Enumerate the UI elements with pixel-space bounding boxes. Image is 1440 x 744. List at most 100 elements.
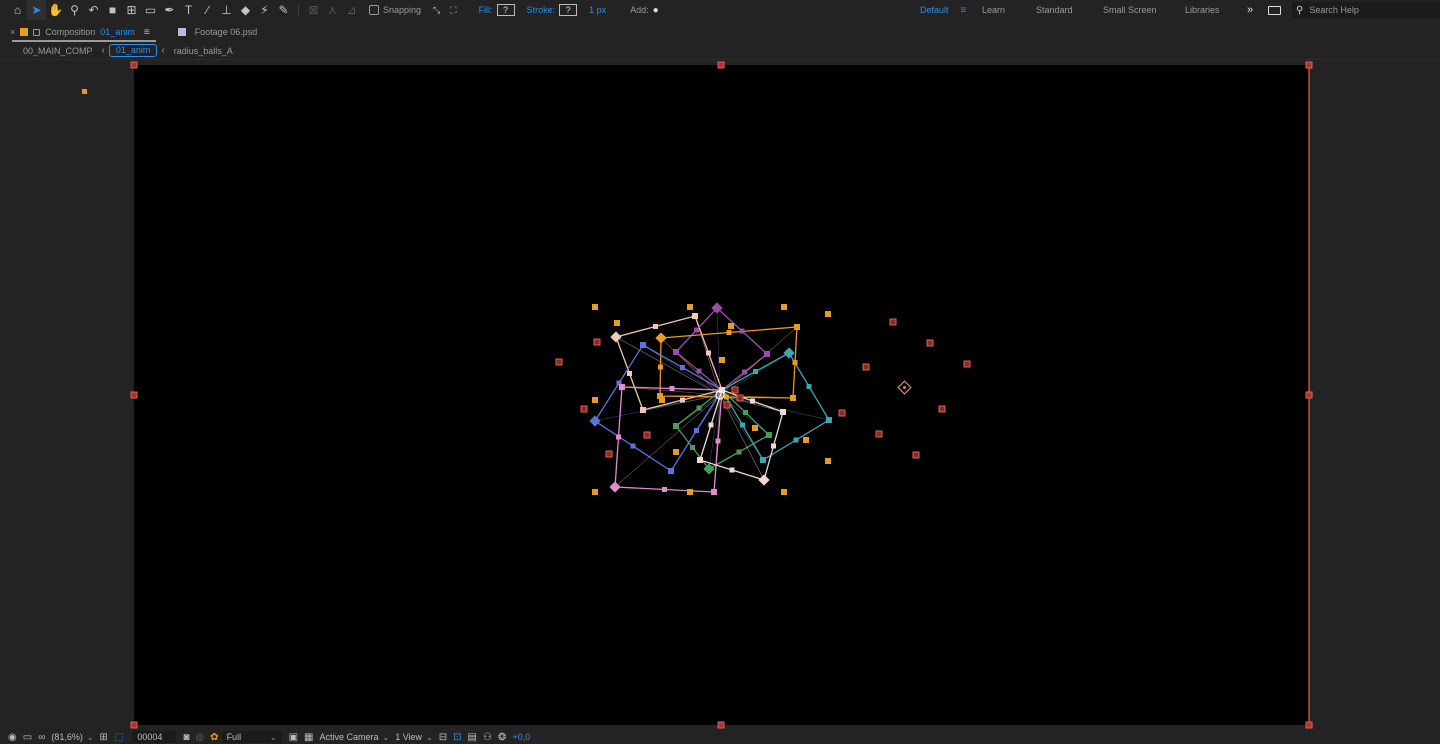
bounding-handle[interactable] xyxy=(825,311,831,317)
search-help-field[interactable]: ⚲ Search Help xyxy=(1292,2,1440,18)
null-handle[interactable] xyxy=(926,339,934,347)
composition-viewer[interactable] xyxy=(0,60,1440,730)
vertex-diamond[interactable] xyxy=(783,347,795,359)
bounding-handle[interactable] xyxy=(687,489,693,495)
tangent-handle[interactable] xyxy=(616,434,621,440)
tangent-handle[interactable] xyxy=(630,443,636,449)
pen-tool-icon[interactable]: ✒ xyxy=(160,0,179,20)
stroke-width-value[interactable]: 1 px xyxy=(589,5,606,15)
tangent-handle[interactable] xyxy=(753,369,758,374)
null-handle[interactable] xyxy=(912,451,920,459)
vertex-diamond[interactable] xyxy=(610,331,622,343)
close-icon[interactable]: × xyxy=(10,27,15,37)
null-handle[interactable] xyxy=(862,363,870,371)
workspace-libraries[interactable]: Libraries xyxy=(1185,0,1220,20)
vertex-diamond[interactable] xyxy=(589,415,601,427)
null-handle[interactable] xyxy=(580,405,588,413)
null-handle[interactable] xyxy=(643,431,651,439)
tangent-handle[interactable] xyxy=(653,324,658,329)
clone-stamp-tool-icon[interactable]: ⊥ xyxy=(217,0,236,20)
snapping-checkbox[interactable] xyxy=(369,5,379,15)
bound-handle[interactable] xyxy=(1305,721,1313,729)
sync-settings-icon[interactable] xyxy=(1268,0,1281,20)
null-handle[interactable] xyxy=(963,360,971,368)
bounding-handle[interactable] xyxy=(592,397,598,403)
snap-edges-icon[interactable]: ⤡ xyxy=(433,5,440,16)
bounding-handle[interactable] xyxy=(752,425,758,431)
tangent-handle[interactable] xyxy=(739,328,745,334)
vertex-handle[interactable] xyxy=(697,457,703,463)
tangent-handle[interactable] xyxy=(706,350,711,356)
roto-brush-tool-icon[interactable]: ⚡ xyxy=(255,0,274,20)
tangent-handle[interactable] xyxy=(696,368,702,374)
bound-handle[interactable] xyxy=(717,721,725,729)
vertex-handle[interactable] xyxy=(619,384,625,390)
camera-dropdown[interactable]: Active Camera ⌄ xyxy=(316,730,392,744)
tangent-handle[interactable] xyxy=(662,487,667,492)
timeline-icon[interactable]: ▤ xyxy=(465,730,480,744)
tangent-handle[interactable] xyxy=(729,467,735,473)
vertex-handle[interactable] xyxy=(760,457,766,463)
transparency-grid-icon[interactable]: ▦ xyxy=(301,730,316,744)
vertex-handle[interactable] xyxy=(668,468,674,474)
tangent-handle[interactable] xyxy=(724,394,729,400)
null-handle[interactable] xyxy=(938,405,946,413)
region-of-interest-icon[interactable]: ▣ xyxy=(286,730,301,744)
camera-tool-icon[interactable]: ■ xyxy=(103,0,122,20)
snapping-toggle[interactable]: Snapping ⤡ ⛶ xyxy=(369,5,457,16)
vr-icon[interactable]: ∞ xyxy=(35,730,48,744)
bounding-handle[interactable] xyxy=(687,304,693,310)
tangent-handle[interactable] xyxy=(750,398,755,404)
bound-handle[interactable] xyxy=(1305,61,1313,69)
vertex-handle[interactable] xyxy=(711,489,717,495)
bound-handle[interactable] xyxy=(130,721,138,729)
bounding-handle[interactable] xyxy=(592,304,598,310)
timecode-field[interactable]: 00004 xyxy=(132,731,177,743)
grid-toggle-icon[interactable]: ⊞ xyxy=(97,730,111,744)
bounding-handle[interactable] xyxy=(659,397,665,403)
reset-exposure-icon[interactable]: ❂ xyxy=(495,730,509,744)
tangent-handle[interactable] xyxy=(743,410,748,415)
anchor-point-icon[interactable] xyxy=(897,380,912,395)
selection-tool-icon[interactable]: ➤ xyxy=(27,0,46,20)
pan-behind-tool-icon[interactable]: ⊞ xyxy=(122,0,141,20)
show-snapshot-icon[interactable]: ◍ xyxy=(192,730,207,744)
tangent-handle[interactable] xyxy=(740,422,745,428)
type-tool-icon[interactable]: T xyxy=(179,0,198,20)
home-icon[interactable]: ⌂ xyxy=(8,0,27,20)
resolution-dropdown[interactable]: Full ⌄ xyxy=(221,731,282,743)
vertex-handle[interactable] xyxy=(692,313,698,319)
fill-label[interactable]: Fill: xyxy=(479,5,493,15)
bound-handle[interactable] xyxy=(130,391,138,399)
vertex-handle[interactable] xyxy=(790,395,796,401)
tangent-handle[interactable] xyxy=(726,330,732,335)
color-channel-icon[interactable]: ✿ xyxy=(207,730,221,744)
views-dropdown[interactable]: 1 View ⌄ xyxy=(392,730,436,744)
vertex-diamond[interactable] xyxy=(609,481,621,493)
vertex-handle[interactable] xyxy=(766,432,772,438)
tangent-handle[interactable] xyxy=(680,397,685,403)
tangent-handle[interactable] xyxy=(771,443,776,449)
tab-composition[interactable]: × Composition 01_anim ≡ xyxy=(4,22,156,42)
breadcrumb-radius-balls[interactable]: radius_balls_A xyxy=(169,46,238,56)
more-workspaces-icon[interactable]: » xyxy=(1247,0,1253,20)
workspace-learn[interactable]: Learn xyxy=(982,0,1005,20)
magnification-dropdown[interactable]: (81,6%) ⌄ xyxy=(48,730,96,744)
puppet-pin-tool-icon[interactable]: ✎ xyxy=(274,0,293,20)
bounding-handle[interactable] xyxy=(719,357,725,363)
null-handle[interactable] xyxy=(593,338,601,346)
tangent-handle[interactable] xyxy=(736,449,742,455)
bounding-handle[interactable] xyxy=(673,449,679,455)
panel-menu-icon[interactable]: ≡ xyxy=(144,27,150,38)
bounding-handle[interactable] xyxy=(781,304,787,310)
tangent-handle[interactable] xyxy=(694,327,699,333)
vertex-handle[interactable] xyxy=(673,349,679,355)
toggle-pixel-aspect-icon[interactable]: ⊟ xyxy=(436,730,450,744)
workspace-small-screen[interactable]: Small Screen xyxy=(1103,0,1157,20)
monitor-icon[interactable]: ▭ xyxy=(20,730,35,744)
vertex-handle[interactable] xyxy=(764,351,770,357)
exposure-value[interactable]: +0,0 xyxy=(509,730,533,744)
flowchart-icon[interactable]: ⚇ xyxy=(480,730,495,744)
vertex-diamond[interactable] xyxy=(703,463,715,475)
tangent-handle[interactable] xyxy=(680,365,685,370)
